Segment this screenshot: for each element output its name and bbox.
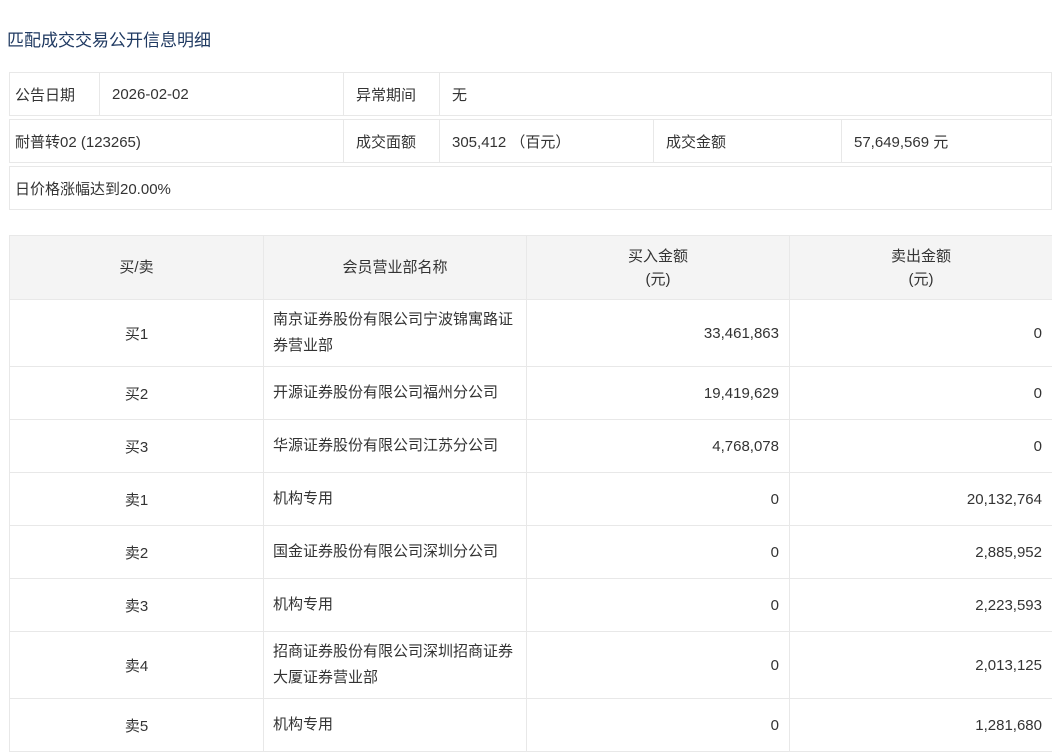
trade-detail-table: 买/卖 会员营业部名称 买入金额 (元) 卖出金额 (元) 买1 南京证券股份有…: [9, 235, 1052, 752]
traded-amount: 57,649,569 元: [841, 120, 1051, 162]
row-buy-amount: 4,768,078: [527, 420, 790, 473]
header-sell-amount: 卖出金额 (元): [790, 236, 1052, 300]
table-row: 卖1 机构专用 0 20,132,764: [10, 473, 1052, 526]
row-sell-amount: 0: [790, 367, 1052, 420]
disclosure-page: 匹配成交交易公开信息明细 公告日期 2026-02-02 异常期间 无 耐普转0…: [0, 26, 1052, 752]
row-buy-amount: 0: [527, 473, 790, 526]
row-side: 买1: [10, 300, 264, 367]
summary-row-trigger: 日价格涨幅达到20.00%: [9, 166, 1052, 210]
summary-row-security: 耐普转02 (123265) 成交面额 305,412 （百元） 成交金额 57…: [9, 119, 1052, 163]
summary-panel: 公告日期 2026-02-02 异常期间 无 耐普转02 (123265) 成交…: [9, 72, 1052, 210]
row-branch-name: 招商证券股份有限公司深圳招商证券大厦证券营业部: [264, 632, 527, 699]
table-row: 买2 开源证券股份有限公司福州分公司 19,419,629 0: [10, 367, 1052, 420]
row-sell-amount: 0: [790, 420, 1052, 473]
row-sell-amount: 2,885,952: [790, 526, 1052, 579]
announcement-date-label: 公告日期: [10, 73, 99, 115]
header-sell-amount-line1: 卖出金额: [891, 248, 951, 265]
row-side: 卖4: [10, 632, 264, 699]
row-sell-amount: 1,281,680: [790, 699, 1052, 752]
table-row: 卖2 国金证券股份有限公司深圳分公司 0 2,885,952: [10, 526, 1052, 579]
header-sell-amount-line2: (元): [909, 271, 934, 288]
row-branch-name: 华源证券股份有限公司江苏分公司: [264, 420, 527, 473]
row-branch-name: 机构专用: [264, 473, 527, 526]
row-buy-amount: 19,419,629: [527, 367, 790, 420]
table-header-row: 买/卖 会员营业部名称 买入金额 (元) 卖出金额 (元): [10, 236, 1052, 300]
trigger-note: 日价格涨幅达到20.00%: [10, 167, 1051, 209]
row-branch-name: 开源证券股份有限公司福州分公司: [264, 367, 527, 420]
table-row: 卖5 机构专用 0 1,281,680: [10, 699, 1052, 752]
row-buy-amount: 0: [527, 699, 790, 752]
row-buy-amount: 0: [527, 632, 790, 699]
table-row: 卖3 机构专用 0 2,223,593: [10, 579, 1052, 632]
row-side: 卖1: [10, 473, 264, 526]
header-side: 买/卖: [10, 236, 264, 300]
traded-face-value: 305,412 （百元）: [439, 120, 653, 162]
announcement-date-value: 2026-02-02: [99, 73, 343, 115]
summary-row-date: 公告日期 2026-02-02 异常期间 无: [9, 72, 1052, 116]
table-body: 买1 南京证券股份有限公司宁波锦寓路证券营业部 33,461,863 0 买2 …: [10, 300, 1052, 752]
row-side: 卖3: [10, 579, 264, 632]
header-buy-amount: 买入金额 (元): [527, 236, 790, 300]
traded-face-value-label: 成交面额: [343, 120, 439, 162]
row-side: 卖2: [10, 526, 264, 579]
page-title: 匹配成交交易公开信息明细: [7, 26, 1052, 51]
header-buy-amount-line1: 买入金额: [628, 248, 688, 265]
row-buy-amount: 33,461,863: [527, 300, 790, 367]
header-buy-amount-line2: (元): [646, 271, 671, 288]
row-sell-amount: 0: [790, 300, 1052, 367]
table-row: 买3 华源证券股份有限公司江苏分公司 4,768,078 0: [10, 420, 1052, 473]
row-branch-name: 国金证券股份有限公司深圳分公司: [264, 526, 527, 579]
table-row: 卖4 招商证券股份有限公司深圳招商证券大厦证券营业部 0 2,013,125: [10, 632, 1052, 699]
table-header: 买/卖 会员营业部名称 买入金额 (元) 卖出金额 (元): [10, 236, 1052, 300]
table-row: 买1 南京证券股份有限公司宁波锦寓路证券营业部 33,461,863 0: [10, 300, 1052, 367]
row-sell-amount: 20,132,764: [790, 473, 1052, 526]
header-branch: 会员营业部名称: [264, 236, 527, 300]
row-branch-name: 机构专用: [264, 579, 527, 632]
security-name: 耐普转02 (123265): [10, 120, 343, 162]
row-side: 买2: [10, 367, 264, 420]
row-side: 卖5: [10, 699, 264, 752]
traded-amount-label: 成交金额: [653, 120, 841, 162]
row-buy-amount: 0: [527, 526, 790, 579]
row-side: 买3: [10, 420, 264, 473]
abnormal-period-label: 异常期间: [343, 73, 439, 115]
row-sell-amount: 2,013,125: [790, 632, 1052, 699]
row-branch-name: 南京证券股份有限公司宁波锦寓路证券营业部: [264, 300, 527, 367]
row-branch-name: 机构专用: [264, 699, 527, 752]
row-buy-amount: 0: [527, 579, 790, 632]
abnormal-period-value: 无: [439, 73, 1051, 115]
row-sell-amount: 2,223,593: [790, 579, 1052, 632]
